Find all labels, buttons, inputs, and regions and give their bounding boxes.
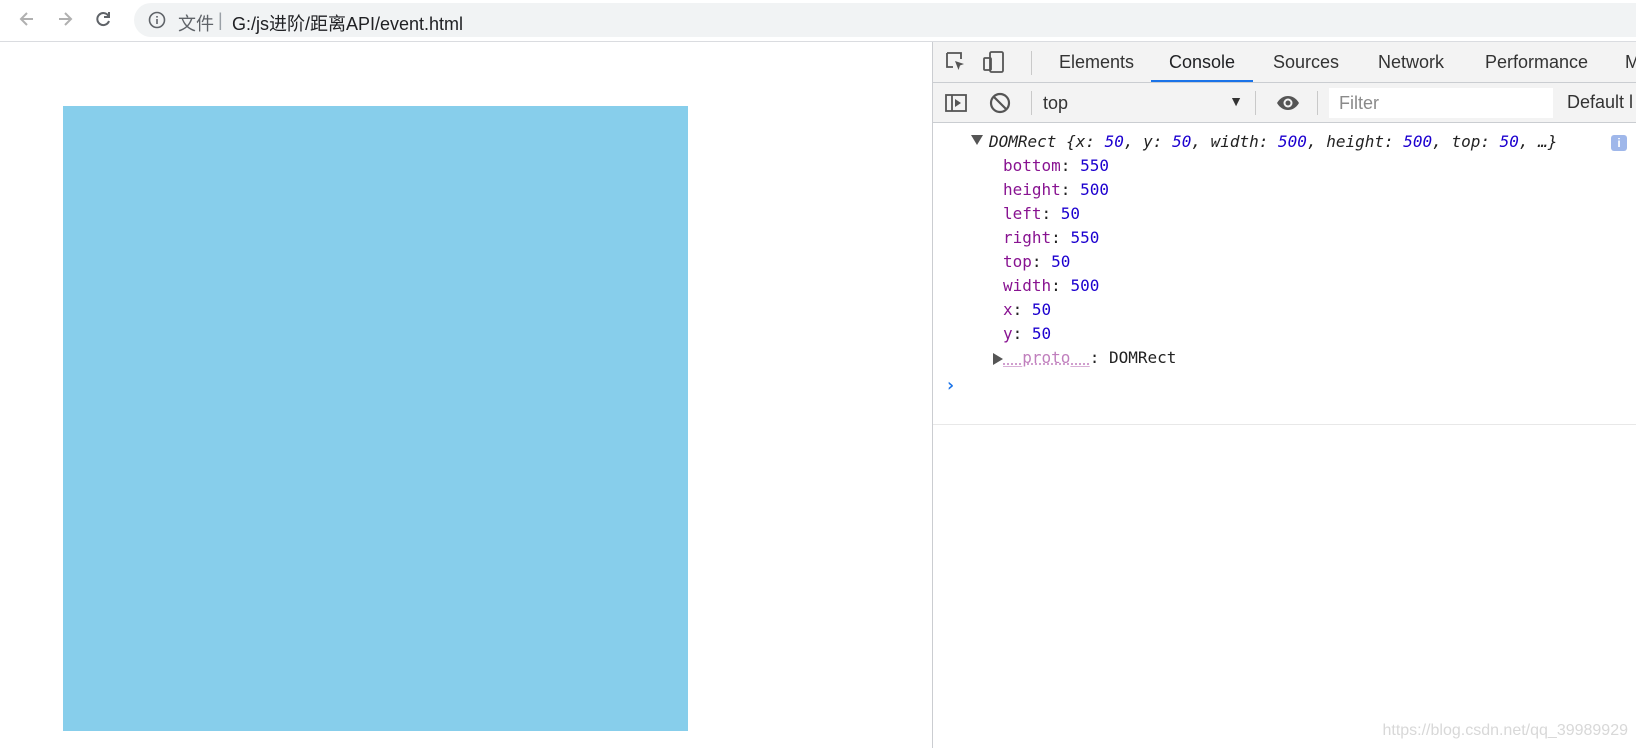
property-row: top: 50 [1003,252,1071,271]
property-row: width: 500 [1003,276,1100,295]
browser-toolbar: 文件 | G:/js进阶/距离API/event.html [0,0,1636,42]
show-sidebar-button[interactable] [943,90,969,116]
property-value: 550 [1080,156,1109,175]
summary-key-top: top [1451,132,1481,151]
tab-elements[interactable]: Elements [1057,42,1136,83]
filterbar-divider-3 [1317,91,1318,115]
property-key: bottom [1003,156,1061,175]
inspect-element-button[interactable] [943,49,969,75]
property-row: x: 50 [1003,300,1052,319]
info-icon[interactable] [148,11,166,29]
property-row: left: 50 [1003,204,1081,223]
tab-more[interactable]: M [1623,42,1636,83]
address-separator: | [218,10,223,30]
property-value: 50 [1031,324,1052,343]
summary-val-width: 500 [1278,132,1307,151]
object-class-name: DOMRect [989,132,1057,151]
arrow-right-icon [59,12,73,26]
console-message: DOMRect {x: 50, y: 50, width: 500, heigh… [933,123,1636,425]
console-output: DOMRect {x: 50, y: 50, width: 500, heigh… [933,123,1636,748]
property-row: y: 50 [1003,324,1052,343]
summary-key-x: x [1075,132,1086,151]
console-prompt[interactable]: › [945,375,956,396]
property-row: height: 500 [1003,180,1109,199]
info-badge-icon[interactable]: i [1611,135,1627,151]
proto-key: __proto__ [1003,348,1090,367]
summary-ellipsis: …} [1538,132,1558,151]
filterbar-divider [1031,91,1032,115]
dropdown-arrow-icon: ▼ [1229,93,1243,109]
collapsed-triangle-icon[interactable] [993,353,1003,365]
context-value: top [1043,93,1069,113]
watermark: https://blog.csdn.net/qq_39989929 [1382,722,1628,739]
tab-network[interactable]: Network [1376,42,1446,83]
filterbar-divider-2 [1255,91,1256,115]
proto-row[interactable]: __proto__: DOMRect [1003,348,1176,367]
summary-val-top: 50 [1499,132,1519,151]
url-text[interactable]: G:/js进阶/距离API/event.html [232,10,463,36]
summary-val-x: 50 [1104,132,1124,151]
device-toolbar-button[interactable] [981,49,1007,75]
summary-key-y: y [1143,132,1153,151]
property-key: height [1003,180,1061,199]
property-row: right: 550 [1003,228,1100,247]
property-key: x [1003,300,1013,319]
property-value: 50 [1031,300,1052,319]
property-key: width [1003,276,1052,295]
arrow-left-icon [19,12,33,26]
property-key: y [1003,324,1013,343]
property-value: 500 [1080,180,1109,199]
block-icon [989,92,1011,114]
brace-open: { [1066,132,1076,151]
live-expression-button[interactable] [1275,90,1301,116]
inspect-icon [946,52,964,70]
summary-val-height: 500 [1403,132,1433,151]
eye-icon [1277,96,1299,110]
property-key: top [1003,252,1032,271]
clear-console-button[interactable] [987,90,1013,116]
tab-console[interactable]: Console [1151,42,1254,82]
console-toolbar: top ▼ Default l [933,83,1636,123]
sidebar-icon [945,94,967,112]
log-levels-dropdown[interactable]: Default l [1567,92,1633,113]
devtools-panel: Elements Console Sources Network Perform… [932,42,1636,748]
devtools-tabbar: Elements Console Sources Network Perform… [933,42,1636,83]
summary-val-y: 50 [1172,132,1192,151]
property-value: 500 [1070,276,1100,295]
summary-key-width: width [1210,132,1259,151]
file-label: 文件 [178,14,214,34]
device-icon [983,51,1004,73]
blue-box [63,106,688,731]
property-value: 550 [1070,228,1100,247]
back-button[interactable] [14,6,40,32]
reload-button[interactable] [90,6,116,32]
forward-button[interactable] [52,6,78,32]
object-summary[interactable]: DOMRect {x: 50, y: 50, width: 500, heigh… [971,132,1557,151]
summary-key-height: height [1326,132,1384,151]
property-value: 50 [1060,204,1081,223]
proto-value: DOMRect [1108,348,1177,367]
tab-sources[interactable]: Sources [1271,42,1341,83]
reload-icon [96,12,110,27]
expand-triangle-icon[interactable] [971,135,983,145]
context-selector[interactable]: top ▼ [1043,89,1243,117]
property-key: right [1003,228,1052,247]
property-key: left [1003,204,1042,223]
address-bar[interactable]: 文件 | G:/js进阶/距离API/event.html [134,3,1636,37]
tab-performance[interactable]: Performance [1483,42,1590,83]
property-value: 50 [1051,252,1071,271]
page-viewport [0,42,932,748]
property-row: bottom: 550 [1003,156,1109,175]
toolbar-divider [1031,51,1032,75]
filter-input[interactable] [1329,88,1553,118]
